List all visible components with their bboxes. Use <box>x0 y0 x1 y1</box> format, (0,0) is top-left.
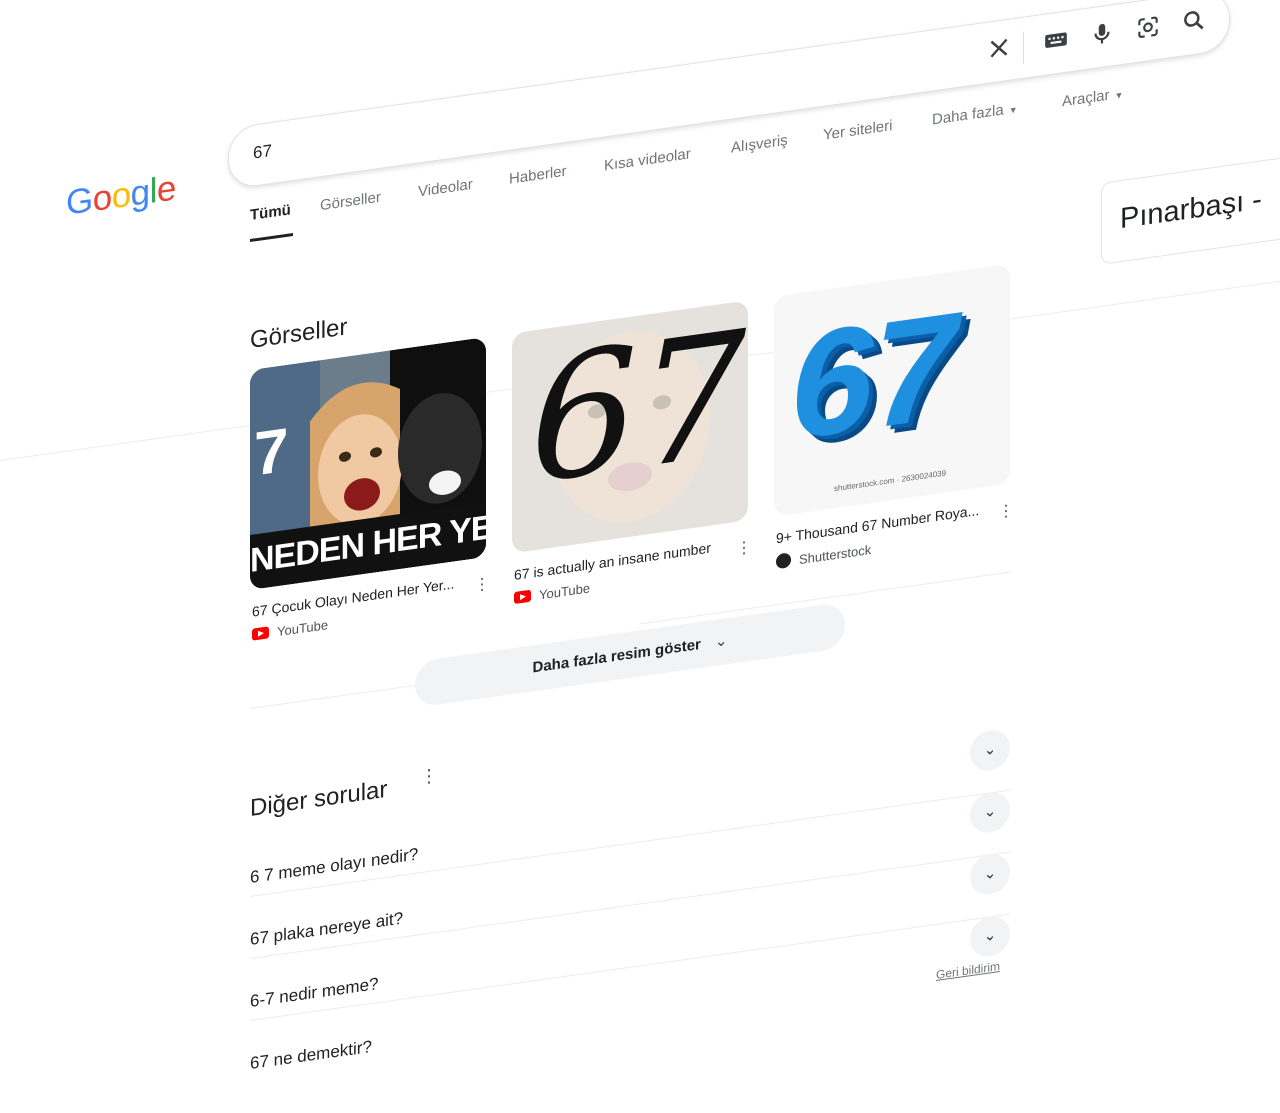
thumbnail-overlay-digit: 7 <box>254 415 289 490</box>
knowledge-panel: Pınarbaşı - <box>1101 151 1280 265</box>
source-label: YouTube <box>277 617 329 640</box>
question-item[interactable]: 6 7 meme olayı nedir? <box>250 844 418 888</box>
thumbnail-overlay-text: 67 <box>790 280 957 472</box>
logo-letter: e <box>156 168 176 211</box>
active-tab-indicator <box>250 232 293 242</box>
knowledge-panel-title: Pınarbaşı - <box>1120 183 1262 236</box>
logo-letter: g <box>130 172 150 214</box>
search-input[interactable]: 67 <box>253 141 272 164</box>
logo-letter: o <box>111 174 131 217</box>
more-options-icon[interactable]: ⋮ <box>998 502 1014 521</box>
source-label: Shutterstock <box>799 542 872 568</box>
feedback-link[interactable]: Geri bildirim <box>936 959 1000 982</box>
tab-images[interactable]: Görseller <box>320 189 381 215</box>
image-source[interactable]: Shutterstock <box>776 541 871 570</box>
tab-label: Tümü <box>250 201 291 224</box>
logo-letter: l <box>149 171 157 212</box>
tab-label: Haberler <box>509 162 567 188</box>
search-icon[interactable] <box>1181 5 1211 39</box>
images-divider <box>250 684 415 709</box>
show-more-images-button[interactable]: Daha fazla resim göster ⌄ <box>415 601 845 708</box>
image-source[interactable]: YouTube <box>252 617 328 643</box>
caret-down-icon: ▼ <box>1114 89 1124 101</box>
question-item[interactable]: 67 ne demektir? <box>250 1037 372 1074</box>
clear-icon[interactable] <box>986 33 1016 67</box>
chevron-down-icon[interactable]: ⌄ <box>970 789 1010 836</box>
image-source[interactable]: YouTube <box>514 580 590 606</box>
image-thumbnail[interactable]: 67 <box>512 300 748 554</box>
people-also-ask-title: Diğer sorular <box>250 775 388 822</box>
image-thumbnail[interactable]: 67 shutterstock.com · 2630024039 <box>774 263 1010 517</box>
tab-all[interactable]: Tümü <box>250 201 291 224</box>
tab-label: Yer siteleri <box>823 117 893 144</box>
images-section-title: Görseller <box>250 313 348 354</box>
more-options-icon[interactable]: ⋮ <box>736 539 752 558</box>
google-lens-icon[interactable] <box>1135 12 1165 46</box>
youtube-icon <box>252 626 269 641</box>
more-options-icon[interactable]: ⋮ <box>420 765 438 789</box>
tab-label: Görseller <box>320 188 381 215</box>
search-separator <box>1023 31 1024 64</box>
logo-letter: o <box>92 177 112 220</box>
tab-news[interactable]: Haberler <box>509 163 567 188</box>
chevron-down-icon[interactable]: ⌄ <box>970 727 1010 774</box>
source-label: YouTube <box>539 580 591 603</box>
tab-tools[interactable]: Araçlar ▼ <box>1062 85 1123 111</box>
chevron-down-icon[interactable]: ⌄ <box>970 913 1010 960</box>
tab-label: Alışveriş <box>731 131 788 157</box>
image-result-card[interactable]: 67 67 is actually an insane number ⋮ You… <box>512 300 752 605</box>
question-item[interactable]: 67 plaka nereye ait? <box>250 909 403 950</box>
shutterstock-icon <box>776 552 791 570</box>
tab-places[interactable]: Yer siteleri <box>823 117 892 144</box>
question-item[interactable]: 6-7 nedir meme? <box>250 974 379 1012</box>
search-results-page: Google 67 Tümü Görseller Videolar Haberl… <box>0 0 1280 1073</box>
tab-videos[interactable]: Videolar <box>418 176 473 201</box>
tab-short-videos[interactable]: Kısa videolar <box>604 145 691 174</box>
caret-down-icon: ▼ <box>1008 104 1018 116</box>
microphone-icon[interactable] <box>1089 18 1119 52</box>
tab-label: Kısa videolar <box>604 145 691 175</box>
more-options-icon[interactable]: ⋮ <box>474 575 490 594</box>
chevron-down-icon: ⌄ <box>714 632 728 651</box>
google-logo[interactable]: Google <box>66 168 176 223</box>
tab-label: Videolar <box>418 175 473 201</box>
tab-label: Araçlar <box>1062 86 1110 111</box>
tab-label: Daha fazla <box>932 101 1004 129</box>
tab-more[interactable]: Daha fazla ▼ <box>932 100 1018 129</box>
tab-shopping[interactable]: Alışveriş <box>731 132 788 157</box>
thumbnail-overlay-text: 67 <box>530 300 747 523</box>
keyboard-icon[interactable] <box>1043 25 1073 59</box>
youtube-icon <box>514 589 531 605</box>
chevron-down-icon[interactable]: ⌄ <box>970 851 1010 898</box>
logo-letter: G <box>66 180 93 223</box>
thumbnail-watermark: shutterstock.com · 2630024039 <box>834 468 947 494</box>
show-more-label: Daha fazla resim göster <box>532 635 701 677</box>
image-result-card[interactable]: 67 shutterstock.com · 2630024039 9+ Thou… <box>774 263 1014 570</box>
image-thumbnail[interactable]: 7 NEDEN HER YER <box>250 336 486 590</box>
